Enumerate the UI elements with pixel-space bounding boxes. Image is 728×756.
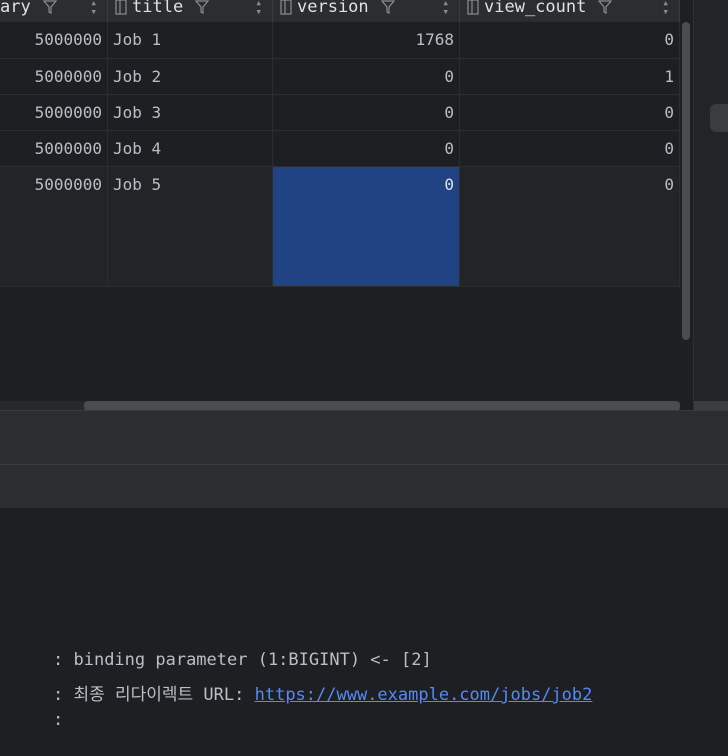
table-row[interactable]: 5000000 Job 1 1768 0: [0, 22, 680, 59]
log-text: 최종 리다이렉트 URL:: [73, 685, 255, 705]
log-line: : 최종 리다이렉트 URL: https://www.example.com/…: [53, 680, 592, 705]
cell-salary[interactable]: 5000000: [0, 95, 108, 130]
grid-header: ary ▴ ▾ title ▴ ▾ version ▴ ▾ view_count ▴ ▾: [0, 0, 680, 22]
column-header-view-count[interactable]: view_count ▴ ▾: [460, 0, 680, 22]
column-label: title: [132, 0, 184, 17]
cell-view-count[interactable]: 0: [460, 95, 680, 130]
cell-view-count[interactable]: 0: [460, 22, 680, 58]
cell-version-selected[interactable]: 0: [273, 167, 460, 286]
side-panel: [693, 0, 728, 410]
cell-view-count[interactable]: 0: [460, 131, 680, 166]
cell-title[interactable]: Job 4: [108, 131, 273, 166]
console-output: : binding parameter (1:BIGINT) <- [2] : …: [0, 508, 728, 756]
filter-icon[interactable]: [195, 0, 210, 14]
sort-icon[interactable]: ▴ ▾: [255, 0, 262, 17]
cell-title[interactable]: Job 3: [108, 95, 273, 130]
cell-salary[interactable]: 5000000: [0, 59, 108, 94]
column-header-version[interactable]: version ▴ ▾: [273, 0, 460, 22]
column-icon: [115, 0, 127, 15]
filter-icon[interactable]: [380, 0, 395, 14]
filter-icon[interactable]: [42, 0, 57, 14]
column-icon: [467, 0, 479, 15]
log-prefix: :: [53, 685, 74, 705]
cell-title[interactable]: Job 1: [108, 22, 273, 58]
table-row[interactable]: 5000000 Job 3 0 0: [0, 95, 680, 131]
sort-icon[interactable]: ▴ ▾: [662, 0, 669, 17]
cell-salary[interactable]: 5000000: [0, 167, 108, 286]
cell-version[interactable]: 0: [273, 59, 460, 94]
table-row[interactable]: 5000000 Job 4 0 0: [0, 131, 680, 167]
log-line: : binding parameter (1:BIGINT) <- [2]: [53, 650, 432, 670]
log-prefix: :: [53, 710, 64, 730]
side-panel-handle[interactable]: [710, 104, 728, 132]
cell-version[interactable]: 1768: [273, 22, 460, 58]
cell-salary[interactable]: 5000000: [0, 22, 108, 58]
cell-view-count[interactable]: 1: [460, 59, 680, 94]
column-icon: [280, 0, 292, 15]
column-header-salary[interactable]: ary ▴ ▾: [0, 0, 108, 22]
cell-version[interactable]: 0: [273, 131, 460, 166]
result-grid: ary ▴ ▾ title ▴ ▾ version ▴ ▾ view_count ▴ ▾…: [0, 0, 680, 410]
cell-salary[interactable]: 5000000: [0, 131, 108, 166]
cell-view-count[interactable]: 0: [460, 167, 680, 286]
column-label: ary: [0, 0, 31, 17]
cell-title[interactable]: Job 5: [108, 167, 273, 286]
console-tab-bar: [0, 464, 728, 509]
table-row[interactable]: 5000000 Job 2 0 1: [0, 59, 680, 95]
cell-version[interactable]: 0: [273, 95, 460, 130]
filter-icon[interactable]: [598, 0, 613, 14]
sort-icon[interactable]: ▴ ▾: [442, 0, 449, 17]
column-label: version: [297, 0, 369, 17]
toolbar-band: [0, 410, 728, 465]
log-text: binding parameter (1:BIGINT) <- [2]: [73, 650, 432, 670]
cell-title[interactable]: Job 2: [108, 59, 273, 94]
table-row[interactable]: 5000000 Job 5 0 0: [0, 167, 680, 287]
column-header-title[interactable]: title ▴ ▾: [108, 0, 273, 22]
log-line: :: [53, 710, 63, 730]
column-label: view_count: [484, 0, 587, 17]
redirect-url-link[interactable]: https://www.example.com/jobs/job2: [255, 685, 593, 705]
sort-icon[interactable]: ▴ ▾: [90, 0, 97, 17]
log-prefix: :: [53, 650, 74, 670]
vertical-scrollbar[interactable]: [682, 22, 690, 340]
